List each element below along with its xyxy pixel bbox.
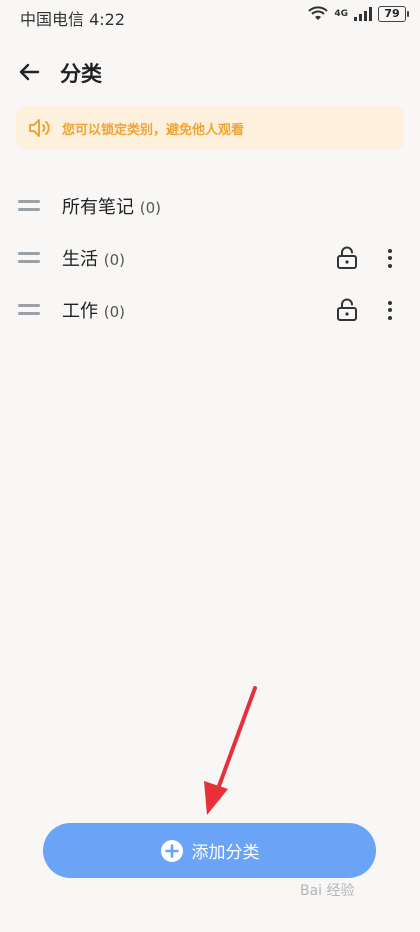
status-bar: 中国电信 4:22 4G 79 <box>0 0 420 34</box>
category-count: (0) <box>103 303 125 321</box>
category-row-all-notes[interactable]: 所有笔记 (0) <box>0 180 420 232</box>
plus-circle-icon <box>160 839 184 863</box>
category-count: (0) <box>139 199 161 217</box>
unlock-icon <box>337 246 357 269</box>
annotation-arrow-icon <box>204 686 257 815</box>
category-row-life[interactable]: 生活 (0) <box>0 232 420 284</box>
carrier-time: 中国电信 4:22 <box>20 10 126 29</box>
unlock-button[interactable] <box>334 296 360 324</box>
signal-icon <box>354 7 372 21</box>
watermark: Bai 经验 <box>300 883 355 899</box>
drag-handle-icon[interactable] <box>18 200 40 212</box>
more-options-button[interactable] <box>380 296 400 324</box>
wifi-icon <box>308 6 329 20</box>
drag-handle-icon[interactable] <box>18 252 40 264</box>
category-name: 所有笔记 <box>62 197 134 218</box>
drag-handle-icon[interactable] <box>18 304 40 316</box>
add-category-button[interactable]: 添加分类 <box>43 823 376 878</box>
status-icons: 4G 79 <box>308 6 409 22</box>
category-count: (0) <box>103 251 125 269</box>
battery-level: 79 <box>384 7 400 20</box>
category-row-work[interactable]: 工作 (0) <box>0 284 420 336</box>
category-label: 生活 (0) <box>62 245 125 271</box>
unlock-icon <box>337 298 357 321</box>
network-type: 4G <box>334 8 348 19</box>
category-list: 所有笔记 (0) 生活 (0) 工作 (0) <box>0 180 420 336</box>
category-name: 工作 <box>62 301 98 322</box>
lock-notice-banner: 您可以锁定类别，避免他人观看 <box>16 106 404 150</box>
battery-icon: 79 <box>378 6 409 22</box>
back-button[interactable] <box>14 58 44 86</box>
speaker-icon <box>28 116 52 140</box>
category-label: 工作 (0) <box>62 297 125 323</box>
category-label: 所有笔记 (0) <box>62 193 161 219</box>
header: 分类 <box>0 50 420 94</box>
unlock-button[interactable] <box>334 244 360 272</box>
more-options-button[interactable] <box>380 244 400 272</box>
page-title: 分类 <box>60 62 102 86</box>
add-category-label: 添加分类 <box>191 843 260 863</box>
category-name: 生活 <box>62 249 98 270</box>
arrow-left-icon <box>19 63 40 81</box>
notice-text: 您可以锁定类别，避免他人观看 <box>62 122 245 138</box>
